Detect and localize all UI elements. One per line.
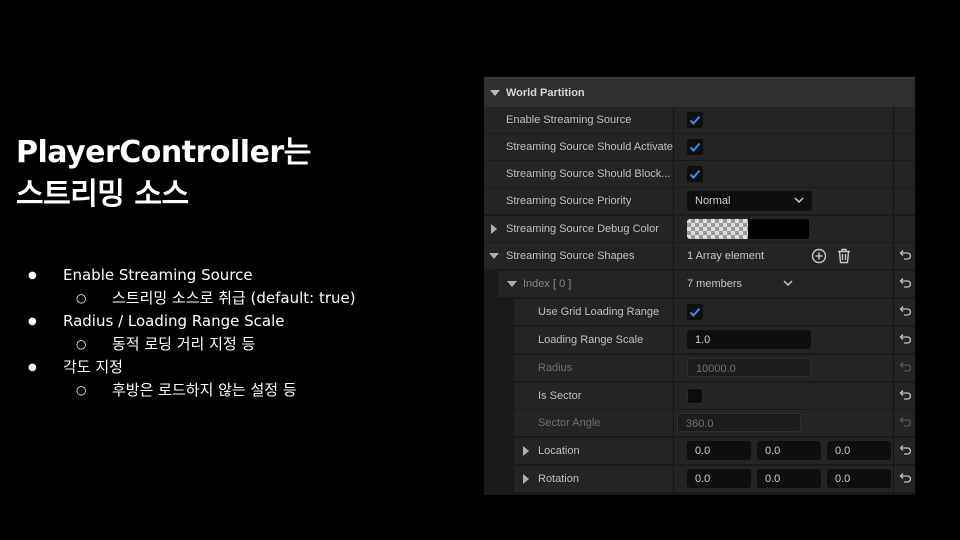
property-row-enable-streaming-source: Enable Streaming Source bbox=[484, 107, 915, 133]
property-label: Streaming Source Debug Color bbox=[506, 223, 659, 235]
sector-angle-value: 360.0 bbox=[686, 418, 714, 430]
loading-range-scale-value: 1.0 bbox=[695, 334, 711, 346]
sub-bullet-item: 스트리밍 소스로 취급 (default: true) bbox=[28, 287, 356, 310]
rotation-z-value: 0.0 bbox=[835, 473, 851, 485]
section-header-world-partition[interactable]: World Partition bbox=[484, 77, 915, 107]
rotation-x-value: 0.0 bbox=[695, 473, 711, 485]
property-row-priority: Streaming Source Priority Normal bbox=[484, 188, 915, 214]
property-row-is-sector: Is Sector bbox=[484, 383, 915, 409]
reset-to-default-icon bbox=[899, 362, 912, 372]
radius-value: 10000.0 bbox=[696, 363, 736, 375]
property-label: Radius bbox=[538, 362, 573, 374]
add-element-icon[interactable] bbox=[811, 248, 827, 264]
members-count: 7 members bbox=[687, 278, 743, 290]
property-row-location: Location 0.0 0.0 0.0 bbox=[484, 438, 915, 464]
collapse-arrow-icon[interactable] bbox=[489, 253, 499, 259]
location-z-value: 0.0 bbox=[835, 445, 851, 457]
property-label: Use Grid Loading Range bbox=[538, 306, 660, 318]
bullet-item: Enable Streaming Source bbox=[28, 264, 356, 287]
property-row-rotation: Rotation 0.0 0.0 0.0 bbox=[484, 466, 915, 492]
property-label: Streaming Source Should Activate bbox=[506, 141, 673, 153]
property-row-debug-color: Streaming Source Debug Color bbox=[484, 216, 915, 242]
rotation-y-value: 0.0 bbox=[765, 473, 781, 485]
loading-range-scale-input[interactable]: 1.0 bbox=[687, 330, 811, 349]
expand-arrow-icon[interactable] bbox=[523, 446, 529, 456]
property-row-use-grid-loading-range: Use Grid Loading Range bbox=[484, 299, 915, 325]
property-label: Loading Range Scale bbox=[538, 334, 644, 346]
property-row-loading-range-scale: Loading Range Scale 1.0 bbox=[484, 327, 915, 353]
reset-to-default-icon[interactable] bbox=[899, 472, 912, 484]
reset-to-default-icon[interactable] bbox=[899, 333, 912, 345]
location-y-input[interactable]: 0.0 bbox=[757, 441, 821, 460]
bullet-list: Enable Streaming Source 스트리밍 소스로 취급 (def… bbox=[28, 264, 356, 402]
should-block-checkbox[interactable] bbox=[687, 166, 703, 182]
property-row-should-block: Streaming Source Should Block... bbox=[484, 161, 915, 187]
property-row-radius: Radius 10000.0 bbox=[484, 355, 915, 381]
expand-arrow-icon[interactable] bbox=[523, 474, 529, 484]
checkmark-icon bbox=[689, 115, 701, 125]
slide-title-line1: PlayerController는 bbox=[16, 135, 311, 170]
reset-to-default-icon bbox=[899, 417, 912, 427]
property-label: Is Sector bbox=[538, 390, 582, 402]
array-count: 1 Array element bbox=[687, 250, 765, 262]
rotation-z-input[interactable]: 0.0 bbox=[827, 469, 891, 488]
property-row-shapes: Streaming Source Shapes 1 Array element bbox=[484, 243, 915, 269]
is-sector-checkbox[interactable] bbox=[687, 388, 703, 404]
property-row-index-0: Index [ 0 ] 7 members bbox=[484, 271, 915, 297]
property-label: Index [ 0 ] bbox=[523, 278, 572, 290]
rotation-x-input[interactable]: 0.0 bbox=[687, 469, 751, 488]
rotation-y-input[interactable]: 0.0 bbox=[757, 469, 821, 488]
property-label: Enable Streaming Source bbox=[506, 114, 632, 126]
chevron-down-icon[interactable] bbox=[783, 280, 793, 287]
radius-input: 10000.0 bbox=[687, 358, 811, 377]
property-label: Streaming Source Priority bbox=[506, 195, 632, 207]
collapse-arrow-icon[interactable] bbox=[490, 90, 500, 96]
priority-dropdown[interactable]: Normal bbox=[687, 191, 812, 211]
use-grid-loading-range-checkbox[interactable] bbox=[687, 304, 703, 320]
trash-icon[interactable] bbox=[837, 248, 851, 264]
details-panel: World Partition Enable Streaming Source … bbox=[484, 77, 915, 495]
section-title: World Partition bbox=[506, 87, 585, 99]
property-row-should-activate: Streaming Source Should Activate bbox=[484, 134, 915, 160]
reset-to-default-icon[interactable] bbox=[899, 277, 912, 289]
transparency-checker bbox=[687, 219, 748, 239]
sub-bullet-item: 동적 로딩 거리 지정 등 bbox=[28, 333, 356, 356]
location-x-value: 0.0 bbox=[695, 445, 711, 457]
checkmark-icon bbox=[689, 307, 701, 317]
property-label: Streaming Source Should Block... bbox=[506, 168, 671, 180]
slide-title-line2: 스트리밍 소스 bbox=[16, 177, 189, 212]
reset-to-default-icon[interactable] bbox=[899, 305, 912, 317]
sector-angle-input: 360.0 bbox=[677, 413, 801, 432]
bullet-item: Radius / Loading Range Scale bbox=[28, 310, 356, 333]
location-z-input[interactable]: 0.0 bbox=[827, 441, 891, 460]
checkmark-icon bbox=[689, 169, 701, 179]
property-label: Location bbox=[538, 445, 580, 457]
sub-bullet-item: 후방은 로드하지 않는 설정 등 bbox=[28, 379, 356, 402]
checkmark-icon bbox=[689, 142, 701, 152]
should-activate-checkbox[interactable] bbox=[687, 139, 703, 155]
reset-to-default-icon[interactable] bbox=[899, 249, 912, 261]
slide-title: PlayerController는 스트리밍 소스 bbox=[16, 132, 311, 216]
property-row-sector-angle: Sector Angle 360.0 bbox=[484, 410, 915, 436]
priority-value: Normal bbox=[695, 195, 731, 207]
property-label: Streaming Source Shapes bbox=[506, 250, 635, 262]
property-label: Rotation bbox=[538, 473, 579, 485]
bullet-item: 각도 지정 bbox=[28, 356, 356, 379]
collapse-arrow-icon[interactable] bbox=[507, 281, 517, 287]
expand-arrow-icon[interactable] bbox=[491, 224, 497, 234]
debug-color-swatch[interactable] bbox=[687, 219, 809, 239]
location-x-input[interactable]: 0.0 bbox=[687, 441, 751, 460]
location-y-value: 0.0 bbox=[765, 445, 781, 457]
property-label: Sector Angle bbox=[538, 417, 601, 429]
chevron-down-icon bbox=[794, 197, 804, 204]
enable-streaming-source-checkbox[interactable] bbox=[687, 112, 703, 128]
reset-to-default-icon[interactable] bbox=[899, 389, 912, 401]
reset-to-default-icon[interactable] bbox=[899, 444, 912, 456]
